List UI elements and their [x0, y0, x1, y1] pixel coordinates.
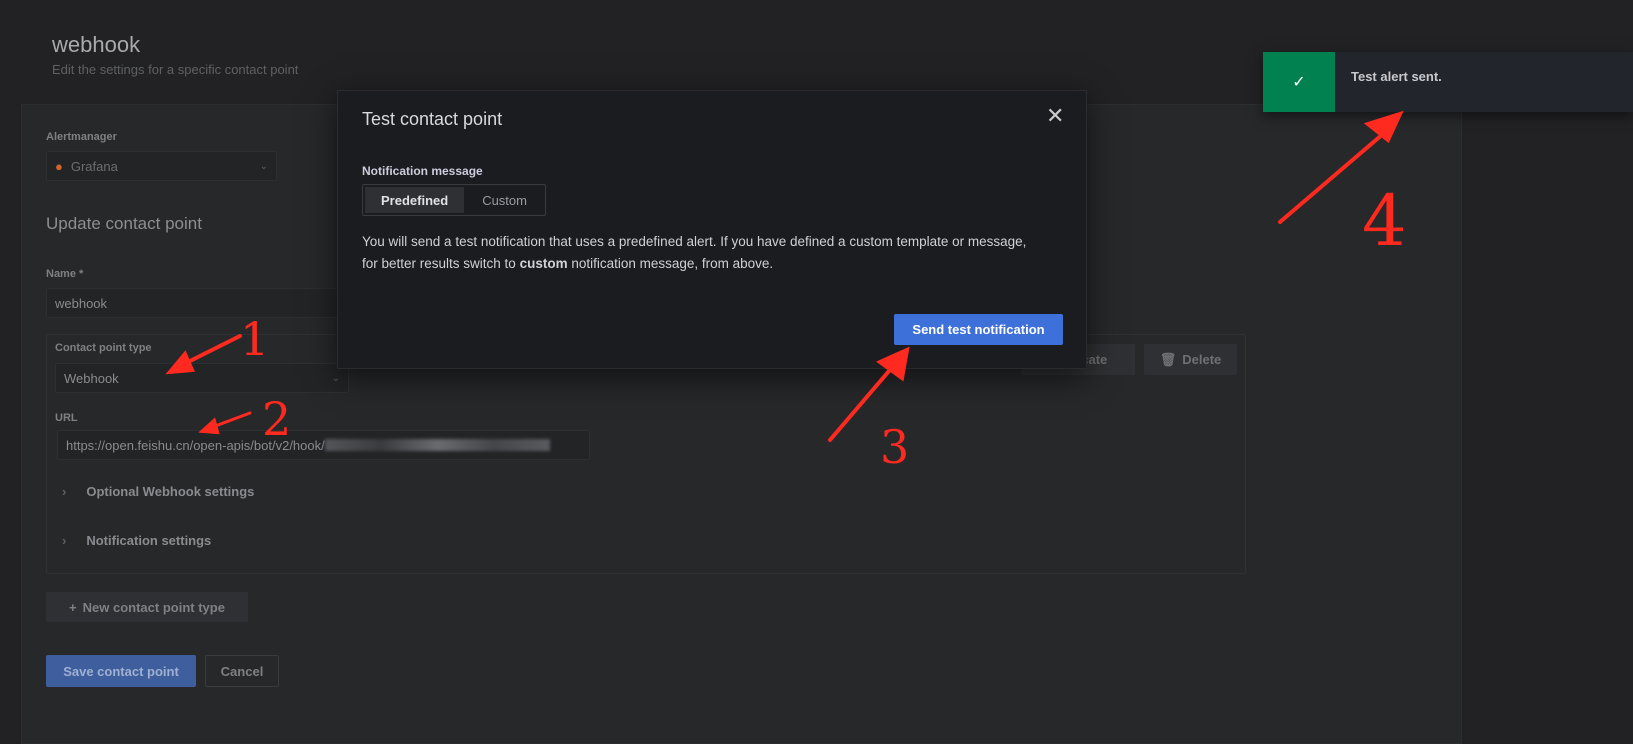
annotation-1: 1 [240, 312, 270, 366]
arrow-4-head [1363, 110, 1404, 144]
annotation-3: 3 [880, 420, 910, 474]
annotation-2: 2 [262, 392, 292, 446]
arrow-1-head [165, 350, 195, 375]
arrow-2-head [198, 417, 220, 435]
annotation-4: 4 [1362, 180, 1407, 262]
